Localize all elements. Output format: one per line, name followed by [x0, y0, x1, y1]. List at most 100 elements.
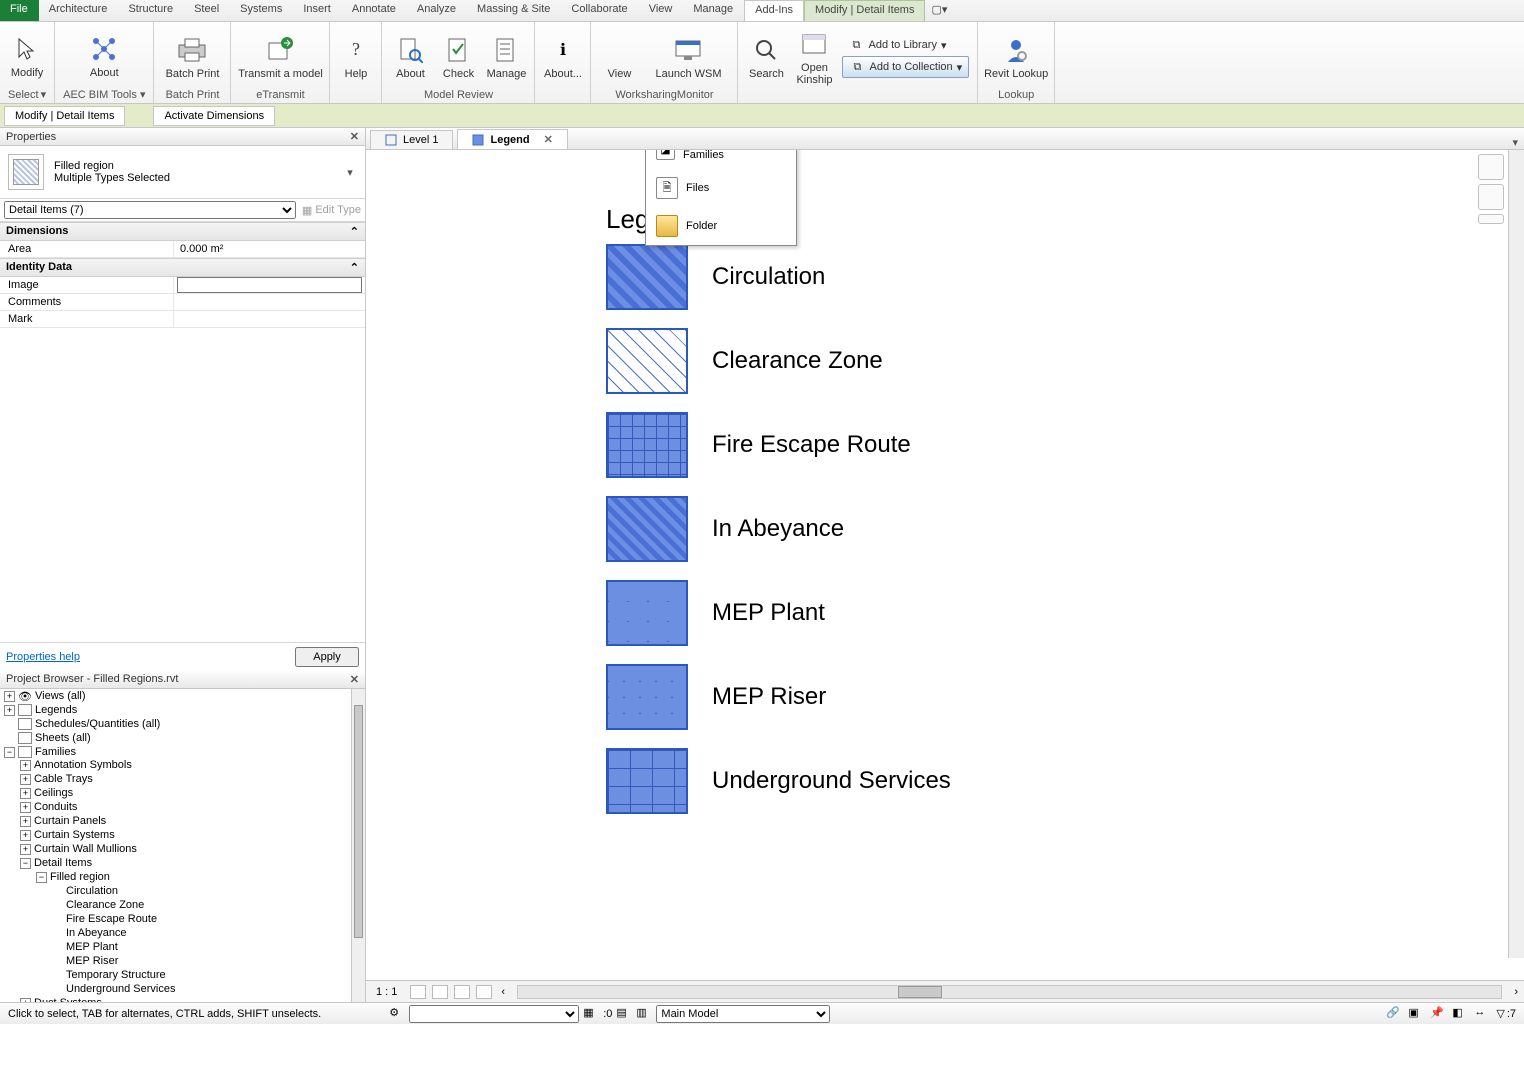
about-dots-button[interactable]: ℹ About...	[539, 26, 587, 88]
wsm-view-button[interactable]: View	[595, 26, 643, 88]
tab-collaborate[interactable]: Collaborate	[561, 0, 638, 21]
prop-area-value[interactable]: 0.000 m²	[174, 241, 365, 257]
project-browser-tree[interactable]: +👁Views (all) +Legends Schedules/Quantit…	[0, 689, 351, 1003]
revit-lookup-button[interactable]: Revit Lookup	[982, 26, 1050, 88]
tree-leaf[interactable]: Clearance Zone	[66, 899, 144, 911]
tree-item[interactable]: Curtain Wall Mullions	[34, 843, 137, 855]
tree-item[interactable]: Detail Items	[34, 857, 92, 869]
collapse-icon[interactable]: ⌃	[350, 225, 359, 238]
open-kinship-button[interactable]: Open Kinship	[790, 26, 838, 88]
tree-leaf[interactable]: MEP Plant	[66, 941, 118, 953]
legend-row[interactable]: Fire Escape Route	[606, 412, 911, 478]
tree-leaf[interactable]: MEP Riser	[66, 955, 118, 967]
tab-insert[interactable]: Insert	[293, 0, 342, 21]
workset-icon[interactable]: ⚙	[389, 1006, 405, 1022]
check-button[interactable]: Check	[434, 26, 482, 88]
tree-sheets[interactable]: Sheets (all)	[35, 732, 91, 744]
tab-manage[interactable]: Manage	[683, 0, 744, 21]
legend-row[interactable]: MEP Riser	[606, 664, 826, 730]
tree-item[interactable]: Annotation Symbols	[34, 759, 132, 771]
select-face-icon[interactable]: ◧	[1452, 1006, 1468, 1022]
expand-icon[interactable]: +	[20, 760, 31, 771]
tab-structure[interactable]: Structure	[118, 0, 184, 21]
legend-row[interactable]: Clearance Zone	[606, 328, 883, 394]
legend-swatch[interactable]	[606, 244, 688, 310]
design-options-icon[interactable]: ▤	[616, 1006, 632, 1022]
legend-row[interactable]: Underground Services	[606, 748, 951, 814]
design-option-select[interactable]: Main Model	[656, 1005, 830, 1023]
prop-group-dimensions[interactable]: Dimensions⌃	[0, 222, 365, 241]
legend-row[interactable]: MEP Plant	[606, 580, 825, 646]
filter-button[interactable]: ▽:7	[1496, 1007, 1516, 1020]
workset-select[interactable]	[409, 1005, 579, 1023]
crop-icon[interactable]	[476, 985, 492, 999]
doc-tab-legend[interactable]: Legend ✕	[457, 129, 567, 149]
apply-button[interactable]: Apply	[295, 647, 359, 667]
tree-item[interactable]: Cable Trays	[34, 773, 93, 785]
tab-play-icon[interactable]: ▢▾	[925, 0, 954, 21]
select-pinned-icon[interactable]: 📌	[1430, 1006, 1446, 1022]
expand-icon[interactable]: +	[20, 816, 31, 827]
tree-leaf[interactable]: Fire Escape Route	[66, 913, 157, 925]
tab-steel[interactable]: Steel	[184, 0, 230, 21]
tree-leaf[interactable]: Circulation	[66, 885, 118, 897]
tree-leaf[interactable]: Underground Services	[66, 983, 175, 995]
tree-schedules[interactable]: Schedules/Quantities (all)	[35, 718, 160, 730]
sun-path-icon[interactable]	[454, 985, 470, 999]
collapse-icon[interactable]: ⌃	[350, 261, 359, 274]
tab-file[interactable]: File	[0, 0, 39, 21]
tab-add-ins[interactable]: Add-Ins	[744, 0, 804, 21]
chevron-down-icon[interactable]: ▾	[41, 88, 47, 101]
tab-analyze[interactable]: Analyze	[407, 0, 467, 21]
menu-files[interactable]: 🗎Files	[646, 169, 796, 207]
aec-about-button[interactable]: About	[70, 25, 138, 87]
prop-group-identity[interactable]: Identity Data⌃	[0, 258, 365, 277]
visual-style-icon[interactable]	[432, 985, 448, 999]
tree-item[interactable]: Duct Systems	[34, 997, 102, 1002]
detail-level-icon[interactable]	[410, 985, 426, 999]
type-selector[interactable]: Filled region Multiple Types Selected ▾	[0, 146, 365, 199]
properties-help-link[interactable]: Properties help	[6, 651, 80, 663]
chevron-down-icon[interactable]: ▾	[140, 89, 146, 101]
tree-leaf[interactable]: In Abeyance	[66, 927, 127, 939]
manage-button[interactable]: Manage	[482, 26, 530, 88]
legend-swatch[interactable]	[606, 496, 688, 562]
legend-swatch[interactable]	[606, 328, 688, 394]
tab-massing-site[interactable]: Massing & Site	[467, 0, 561, 21]
add-to-library-button[interactable]: ⧉ Add to Library ▾	[842, 35, 969, 55]
edit-type-button[interactable]: ▦ Edit Type	[302, 204, 361, 217]
tree-item[interactable]: Curtain Systems	[34, 829, 115, 841]
modify-button[interactable]: Modify	[5, 25, 49, 87]
activate-dimensions-button[interactable]: Activate Dimensions	[153, 106, 275, 126]
close-icon[interactable]: ✕	[350, 673, 359, 686]
help-button[interactable]: ? Help	[332, 26, 380, 88]
legend-swatch[interactable]	[606, 580, 688, 646]
expand-icon[interactable]: −	[20, 858, 31, 869]
prop-image-value[interactable]	[178, 278, 361, 292]
tree-item[interactable]: Ceilings	[34, 787, 73, 799]
expand-icon[interactable]: +	[20, 774, 31, 785]
chevron-right-icon[interactable]: ›	[1508, 986, 1524, 998]
expand-icon[interactable]: +	[20, 802, 31, 813]
tab-overflow-icon[interactable]: ▾	[1506, 136, 1524, 149]
prop-comments-value[interactable]	[174, 294, 365, 310]
about-button[interactable]: About	[386, 26, 434, 88]
legend-swatch[interactable]	[606, 664, 688, 730]
tab-architecture[interactable]: Architecture	[39, 0, 119, 21]
expand-icon[interactable]: +	[20, 788, 31, 799]
expand-icon[interactable]: +	[4, 691, 15, 702]
collapse-icon[interactable]: −	[4, 747, 15, 758]
close-icon[interactable]: ✕	[350, 130, 359, 143]
legend-swatch[interactable]	[606, 748, 688, 814]
launch-wsm-button[interactable]: Launch WSM	[643, 26, 733, 88]
chevron-down-icon[interactable]: ▾	[343, 166, 357, 179]
tree-views[interactable]: Views (all)	[35, 690, 86, 702]
tree-item[interactable]: Filled region	[50, 871, 110, 883]
tab-systems[interactable]: Systems	[230, 0, 293, 21]
select-underlay-icon[interactable]: ▣	[1408, 1006, 1424, 1022]
drag-elements-icon[interactable]: ↔	[1474, 1006, 1490, 1022]
expand-icon[interactable]: +	[20, 844, 31, 855]
expand-icon[interactable]: +	[20, 830, 31, 841]
navwheel-icon[interactable]	[1478, 154, 1504, 180]
scale-label[interactable]: 1 : 1	[366, 986, 407, 998]
